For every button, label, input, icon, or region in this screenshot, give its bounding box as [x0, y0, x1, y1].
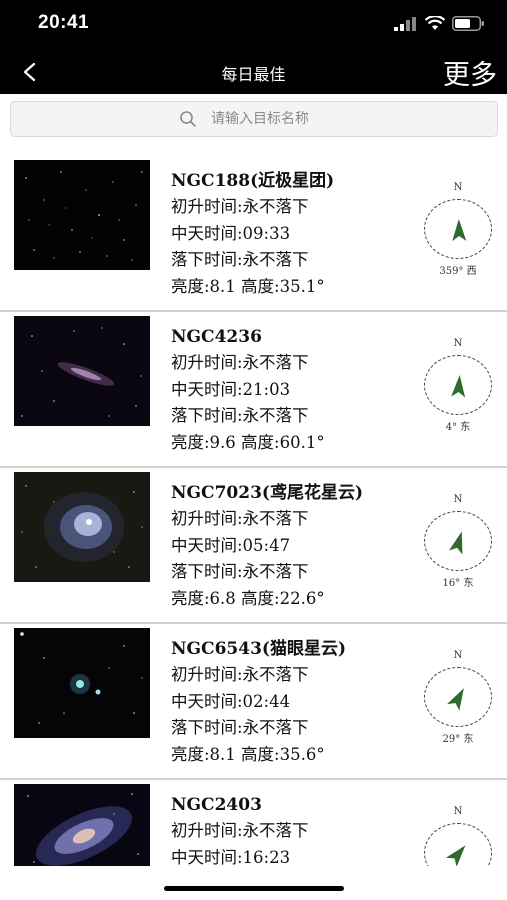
rise-time: 初升时间:永不落下	[171, 821, 309, 840]
home-indicator[interactable]	[164, 886, 344, 891]
transit-time: 中天时间:05:47	[171, 535, 291, 555]
transit-time: 中天时间:21:03	[171, 379, 291, 399]
search-icon	[180, 111, 196, 127]
search-input[interactable]	[211, 108, 471, 130]
search-bar[interactable]	[10, 101, 498, 137]
wifi-icon	[425, 16, 445, 30]
compass: N 4° 东	[420, 338, 498, 438]
rise-time: 初升时间:永不落下	[171, 665, 309, 684]
object-name: NGC188(近极星团)	[171, 171, 335, 191]
object-thumbnail	[14, 628, 150, 738]
object-thumbnail	[14, 784, 150, 866]
object-name: NGC4236	[171, 327, 262, 347]
transit-time: 中天时间:02:44	[171, 691, 291, 711]
object-list: NGC188(近极星团) 初升时间:永不落下 中天时间:09:33 落下时间:永…	[0, 156, 507, 866]
brightness-altitude: 亮度:9.6 高度:60.1°	[171, 432, 325, 452]
object-info: NGC2403 初升时间:永不落下 中天时间:16:23	[171, 792, 309, 866]
compass-north-label: N	[453, 338, 463, 349]
object-thumbnail	[14, 160, 150, 270]
transit-time: 中天时间:16:23	[171, 847, 291, 867]
azimuth-label: 16° 东	[442, 578, 474, 589]
azimuth-label: 359° 西	[439, 266, 477, 277]
list-item[interactable]: NGC4236 初升时间:永不落下 中天时间:21:03 落下时间:永不落下 亮…	[0, 312, 507, 468]
rise-time: 初升时间:永不落下	[171, 197, 309, 216]
nav-bar: 每日最佳 更多	[0, 50, 507, 94]
azimuth-label: 4° 东	[445, 422, 471, 433]
set-time: 落下时间:永不落下	[171, 406, 309, 425]
more-button[interactable]: 更多	[443, 53, 497, 92]
direction-arrow-icon	[451, 375, 466, 398]
object-thumbnail	[14, 472, 150, 582]
list-item[interactable]: NGC7023(鸢尾花星云) 初升时间:永不落下 中天时间:05:47 落下时间…	[0, 468, 507, 624]
set-time: 落下时间:永不落下	[171, 718, 309, 737]
compass-north-label: N	[453, 806, 463, 817]
page-title: 每日最佳	[221, 65, 286, 84]
object-info: NGC4236 初升时间:永不落下 中天时间:21:03 落下时间:永不落下 亮…	[171, 324, 325, 456]
list-item[interactable]: NGC2403 初升时间:永不落下 中天时间:16:23 N	[0, 780, 507, 866]
compass: N 16° 东	[420, 494, 498, 594]
rise-time: 初升时间:永不落下	[171, 509, 309, 528]
compass: N 29° 东	[420, 650, 498, 750]
direction-arrow-icon	[452, 219, 467, 242]
set-time: 落下时间:永不落下	[171, 562, 309, 581]
list-item[interactable]: NGC6543(猫眼星云) 初升时间:永不落下 中天时间:02:44 落下时间:…	[0, 624, 507, 780]
compass: N 359° 西	[420, 182, 498, 282]
object-name: NGC7023(鸢尾花星云)	[171, 483, 363, 503]
compass-north-label: N	[453, 494, 463, 505]
transit-time: 中天时间:09:33	[171, 223, 291, 243]
compass-north-label: N	[453, 182, 463, 193]
brightness-altitude: 亮度:6.8 高度:22.6°	[171, 588, 325, 608]
rise-time: 初升时间:永不落下	[171, 353, 309, 372]
object-info: NGC6543(猫眼星云) 初升时间:永不落下 中天时间:02:44 落下时间:…	[171, 636, 346, 768]
object-info: NGC7023(鸢尾花星云) 初升时间:永不落下 中天时间:05:47 落下时间…	[171, 480, 363, 612]
compass: N	[420, 806, 498, 866]
brightness-altitude: 亮度:8.1 高度:35.6°	[171, 744, 325, 764]
battery-icon	[452, 16, 484, 31]
brightness-altitude: 亮度:8.1 高度:35.1°	[171, 276, 325, 296]
object-thumbnail	[14, 316, 150, 426]
list-item[interactable]: NGC188(近极星团) 初升时间:永不落下 中天时间:09:33 落下时间:永…	[0, 156, 507, 312]
status-icons	[394, 16, 485, 31]
signal-icon	[394, 16, 416, 31]
set-time: 落下时间:永不落下	[171, 250, 309, 269]
object-info: NGC188(近极星团) 初升时间:永不落下 中天时间:09:33 落下时间:永…	[171, 168, 334, 300]
object-name: NGC6543(猫眼星云)	[171, 639, 346, 659]
compass-north-label: N	[453, 650, 463, 661]
azimuth-label: 29° 东	[442, 734, 474, 745]
object-name: NGC2403	[171, 795, 262, 815]
status-bar: 20:41	[0, 0, 507, 50]
status-time: 20:41	[38, 12, 90, 33]
